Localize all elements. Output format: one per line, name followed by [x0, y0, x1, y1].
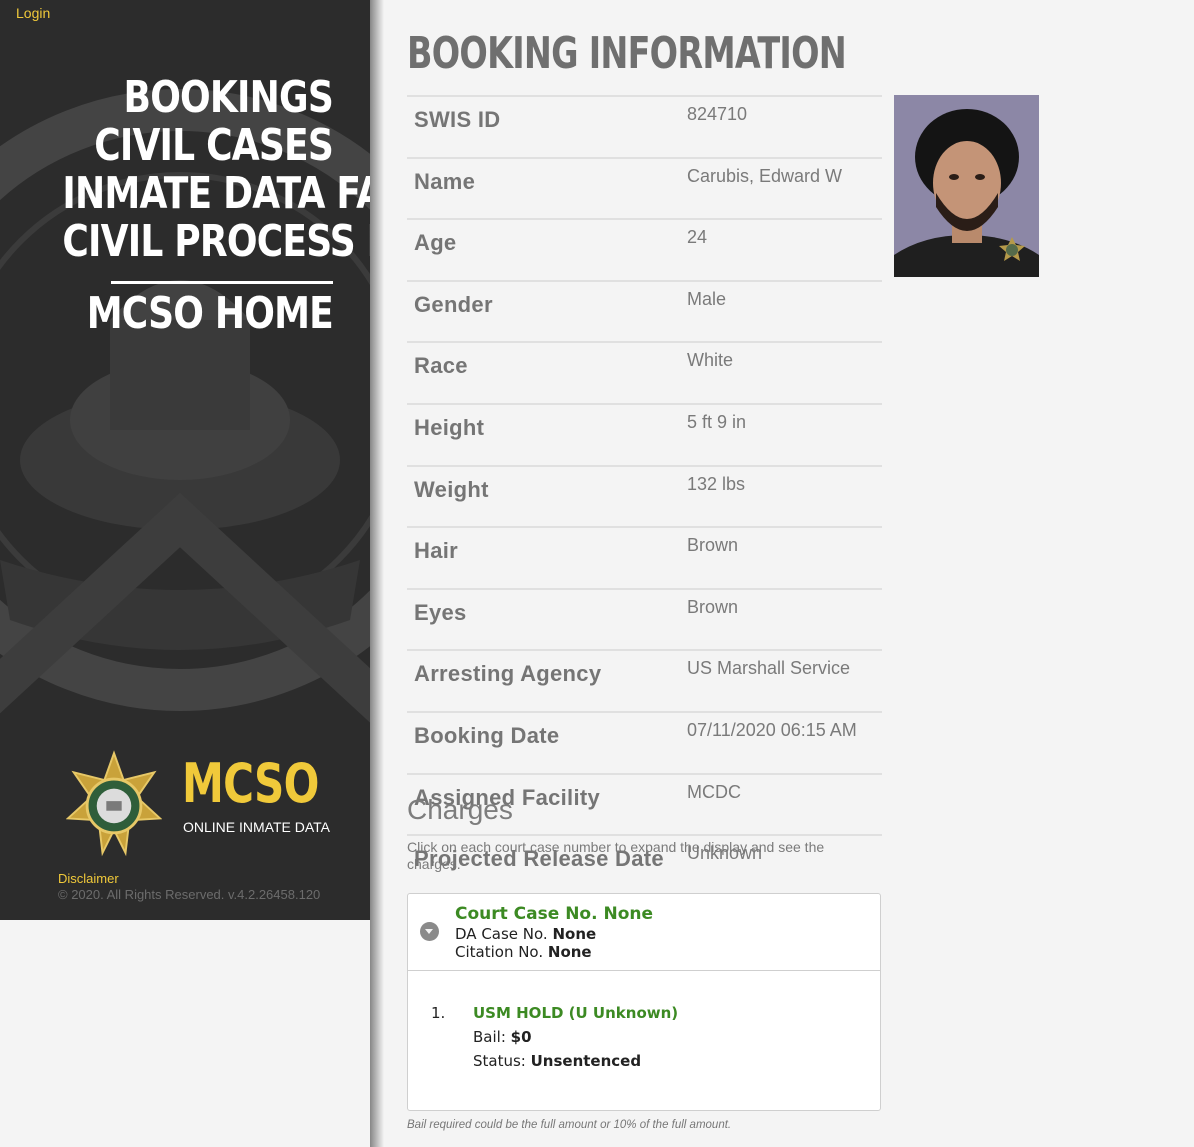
field-value: 5 ft 9 in — [687, 402, 882, 466]
field-value: 07/11/2020 06:15 AM — [687, 710, 882, 774]
table-row: Race White — [407, 341, 882, 404]
nav-civil-cases[interactable]: CIVIL CASES — [62, 122, 334, 170]
field-label: Booking Date — [407, 710, 687, 774]
login-link[interactable]: Login — [16, 5, 50, 21]
nav-civil-process-faq[interactable]: CIVIL PROCESS FAQ — [62, 218, 370, 266]
page-title: BOOKING INFORMATION — [407, 28, 847, 79]
field-label: Age — [407, 218, 687, 281]
table-row: SWIS ID 824710 — [407, 95, 882, 158]
nav-bookings[interactable]: BOOKINGS — [62, 74, 334, 122]
charges-instruction: Click on each court case number to expan… — [407, 839, 825, 872]
field-value: Brown — [687, 526, 882, 589]
person-photo-icon — [894, 95, 1039, 277]
nav-divider — [111, 281, 333, 284]
court-case-header[interactable]: Court Case No. None DA Case No. None Cit… — [408, 894, 880, 971]
field-label: Arresting Agency — [407, 649, 687, 712]
mcso-brand: MCSO ONLINE INMATE DATA — [66, 750, 356, 860]
table-row: Weight 132 lbs — [407, 464, 882, 528]
disclaimer-link[interactable]: Disclaimer — [58, 871, 119, 886]
field-label: Weight — [407, 464, 687, 528]
sheriff-star-badge-icon — [66, 750, 162, 857]
table-row: Booking Date 07/11/2020 06:15 AM — [407, 710, 882, 774]
da-case-value: None — [552, 925, 597, 943]
field-value: Male — [687, 279, 882, 343]
bail-value: $0 — [510, 1028, 532, 1046]
da-case-line: DA Case No. None — [455, 925, 653, 943]
table-row: Name Carubis, Edward W — [407, 156, 882, 220]
field-value: 132 lbs — [687, 464, 882, 528]
sidebar: Login BOOKINGS CIVIL CASES INMATE DATA F… — [0, 0, 370, 920]
table-row: Gender Male — [407, 279, 882, 343]
nav-inmate-data-faq[interactable]: INMATE DATA FAQ — [62, 170, 370, 218]
court-case-number[interactable]: Court Case No. None — [455, 904, 653, 925]
field-label: Race — [407, 341, 687, 404]
collapse-toggle-icon[interactable] — [420, 922, 439, 941]
status-label: Status: — [473, 1052, 531, 1070]
court-case-details: Court Case No. None DA Case No. None Cit… — [455, 904, 653, 961]
citation-value: None — [547, 943, 592, 961]
charge-status: Status: Unsentenced — [473, 1052, 853, 1070]
sidebar-shadow — [370, 0, 384, 1147]
field-label: Gender — [407, 279, 687, 343]
mcso-title: MCSO — [182, 752, 319, 815]
table-row: Eyes Brown — [407, 587, 882, 651]
table-row: Hair Brown — [407, 526, 882, 589]
charges-heading: Charges — [407, 794, 513, 825]
field-value: US Marshall Service — [687, 649, 882, 712]
mcso-subtitle: ONLINE INMATE DATA — [183, 819, 331, 835]
table-row: Age 24 — [407, 218, 882, 281]
copyright-text: © 2020. All Rights Reserved. v.4.2.26458… — [58, 887, 321, 902]
field-label: Name — [407, 156, 687, 220]
bail-label: Bail: — [473, 1028, 511, 1046]
field-value: White — [687, 341, 882, 404]
field-value: Carubis, Edward W — [687, 156, 882, 220]
citation-line: Citation No. None — [455, 943, 653, 961]
table-row: Height 5 ft 9 in — [407, 402, 882, 466]
booking-info-table: SWIS ID 824710 Name Carubis, Edward W Age 2… — [407, 95, 882, 896]
field-label: Height — [407, 402, 687, 466]
field-value: 824710 — [687, 95, 882, 158]
sidebar-lower-blank — [0, 920, 370, 1147]
da-case-label: DA Case No. — [455, 925, 553, 943]
charge-number: 1. — [431, 1004, 446, 1022]
field-label: Hair — [407, 526, 687, 589]
field-value: 24 — [687, 218, 882, 281]
field-label: SWIS ID — [407, 95, 687, 158]
charge-bail: Bail: $0 — [473, 1028, 853, 1046]
main-nav: BOOKINGS CIVIL CASES INMATE DATA FAQ CIV… — [3, 74, 370, 338]
bail-footnote: Bail required could be the full amount o… — [407, 1119, 732, 1131]
field-value: MCDC — [687, 772, 882, 836]
table-row: Arresting Agency US Marshall Service — [407, 649, 882, 712]
field-value: Brown — [687, 587, 882, 651]
charge-name: USM HOLD (U Unknown) — [473, 1004, 679, 1022]
field-label: Eyes — [407, 587, 687, 651]
charge-body: USM HOLD (U Unknown) Bail: $0 Status: Un… — [473, 1004, 853, 1070]
status-value: Unsentenced — [530, 1052, 642, 1070]
citation-label: Citation No. — [455, 943, 548, 961]
nav-mcso-home[interactable]: MCSO HOME — [62, 290, 334, 338]
booking-photo — [894, 95, 1039, 277]
court-case-panel: Court Case No. None DA Case No. None Cit… — [407, 893, 881, 1111]
